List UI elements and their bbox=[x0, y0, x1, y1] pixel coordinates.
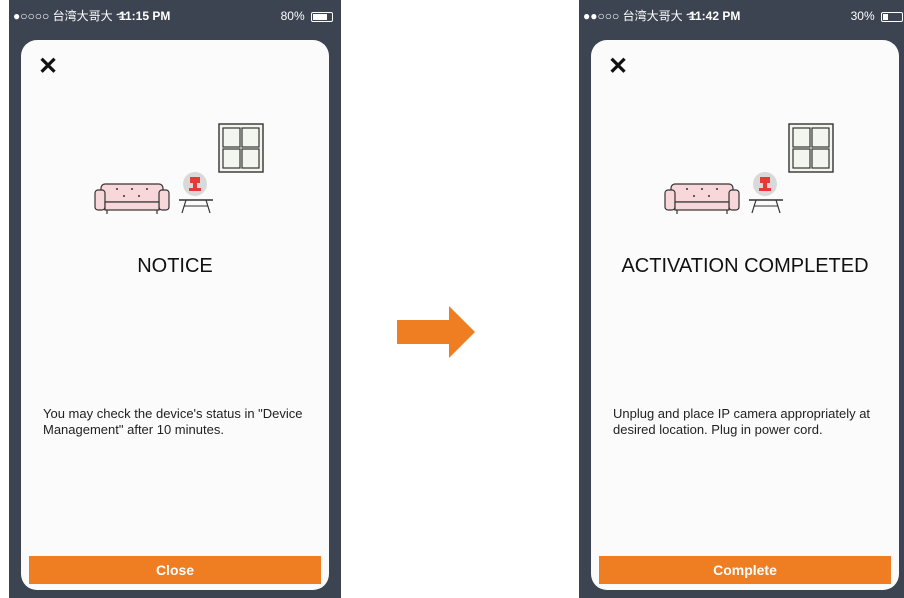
status-time: 11:15 PM bbox=[119, 9, 171, 23]
dialog-title: ACTIVATION COMPLETED bbox=[621, 255, 869, 277]
phone-screen-activation: ●●○○○ 台湾大哥大 ᯤ 11:42 PM 30% ✕ ACTIVATION … bbox=[579, 0, 904, 598]
arrow-right-icon bbox=[397, 306, 475, 358]
battery-icon bbox=[881, 11, 903, 22]
carrier-label: ●●○○○ 台湾大哥大 ᯤ bbox=[583, 9, 697, 23]
battery-fill bbox=[883, 13, 889, 20]
carrier-label: ●○○○○ 台湾大哥大 ᯤ bbox=[13, 9, 127, 23]
battery-status: 30% bbox=[851, 0, 903, 32]
notice-dialog: ✕ NOTICE You may check the device's stat… bbox=[21, 40, 329, 590]
dialog-description: Unplug and place IP camera appropriately… bbox=[613, 406, 871, 437]
living-room-illustration bbox=[94, 123, 264, 214]
phone-screen-notice: ●○○○○ 台湾大哥大 ᯤ 11:15 PM 80% ✕ NOTICE You … bbox=[9, 0, 341, 598]
close-button[interactable]: Close bbox=[29, 556, 321, 584]
living-room-illustration bbox=[664, 123, 834, 214]
battery-percent: 80% bbox=[280, 9, 305, 23]
complete-button[interactable]: Complete bbox=[599, 556, 891, 584]
battery-percent: 30% bbox=[850, 9, 875, 23]
dialog-title: NOTICE bbox=[137, 255, 213, 277]
status-bar: ●○○○○ 台湾大哥大 ᯤ 11:15 PM 80% bbox=[9, 0, 341, 32]
close-icon[interactable]: ✕ bbox=[38, 55, 60, 79]
status-time: 11:42 PM bbox=[689, 9, 741, 23]
battery-fill bbox=[313, 13, 328, 20]
close-icon[interactable]: ✕ bbox=[608, 55, 630, 79]
activation-dialog: ✕ ACTIVATION COMPLETED Unplug and place … bbox=[591, 40, 899, 590]
dialog-description: You may check the device's status in "De… bbox=[43, 406, 303, 437]
battery-icon bbox=[311, 11, 333, 22]
battery-status: 80% bbox=[281, 0, 333, 32]
status-bar: ●●○○○ 台湾大哥大 ᯤ 11:42 PM 30% bbox=[579, 0, 904, 32]
